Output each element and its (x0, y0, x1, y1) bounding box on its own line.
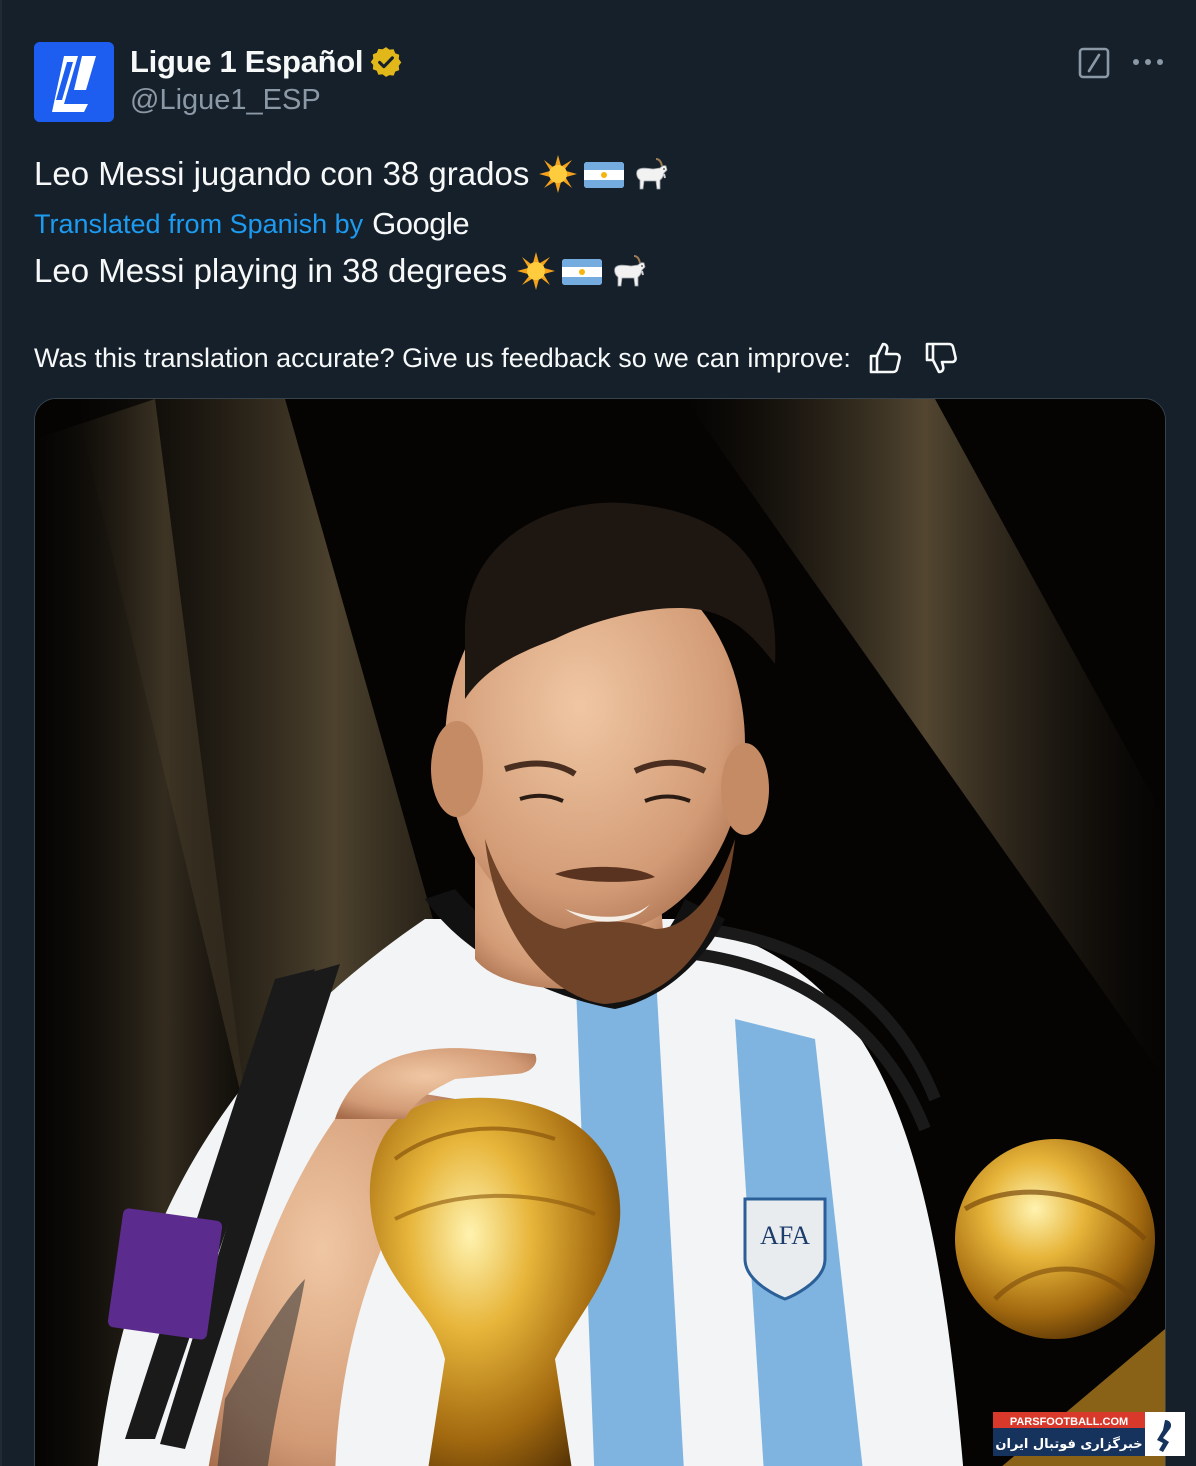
ligue1-logo-icon (34, 42, 114, 122)
translated-from-link[interactable]: Translated from Spanish by (34, 209, 363, 240)
translation-provider: Google (372, 206, 470, 241)
watermark-graphic: PARSFOOTBALL.COM خبرگزاری فوتبال ایران (993, 1412, 1185, 1456)
goat-icon (614, 255, 646, 287)
svg-text:AFA: AFA (760, 1221, 810, 1250)
tweet-media[interactable]: AFA (34, 398, 1166, 1466)
account-avatar[interactable] (34, 42, 114, 122)
account-name-row[interactable]: Ligue 1 Español (130, 40, 403, 84)
thumbs-up-icon[interactable] (865, 338, 905, 378)
translated-emojis (515, 250, 649, 292)
tweet-original-text: Leo Messi jugando con 38 grados (34, 155, 530, 192)
sun-icon (517, 252, 556, 290)
translated-tweet-text: Leo Messi playing in 38 degrees (34, 247, 649, 295)
translation-attribution: Translated from Spanish by Google (34, 204, 470, 244)
argentina-flag-icon (562, 259, 603, 285)
messi-world-cup-trophy-photo: AFA (35, 399, 1165, 1466)
goat-icon (636, 158, 668, 190)
sun-icon (539, 155, 578, 193)
thumbs-down-icon[interactable] (921, 338, 961, 378)
watermark-site: PARSFOOTBALL.COM (1010, 1416, 1128, 1428)
verified-badge-icon (370, 47, 402, 77)
window-edge (0, 0, 2, 1466)
more-options-icon[interactable] (1131, 52, 1165, 72)
account-display-name[interactable]: Ligue 1 Español (130, 44, 364, 80)
argentina-flag-icon (584, 162, 625, 188)
tweet-text: Leo Messi jugando con 38 grados (34, 150, 671, 198)
tweet-emojis (537, 153, 671, 195)
grok-icon[interactable] (1077, 46, 1111, 80)
parsfootball-watermark: PARSFOOTBALL.COM خبرگزاری فوتبال ایران (993, 1412, 1185, 1460)
watermark-caption: خبرگزاری فوتبال ایران (995, 1436, 1142, 1452)
feedback-prompt: Was this translation accurate? Give us f… (34, 342, 851, 373)
translated-text: Leo Messi playing in 38 degrees (34, 252, 508, 289)
account-handle[interactable]: @Ligue1_ESP (130, 84, 321, 117)
translation-feedback: Was this translation accurate? Give us f… (34, 336, 961, 380)
